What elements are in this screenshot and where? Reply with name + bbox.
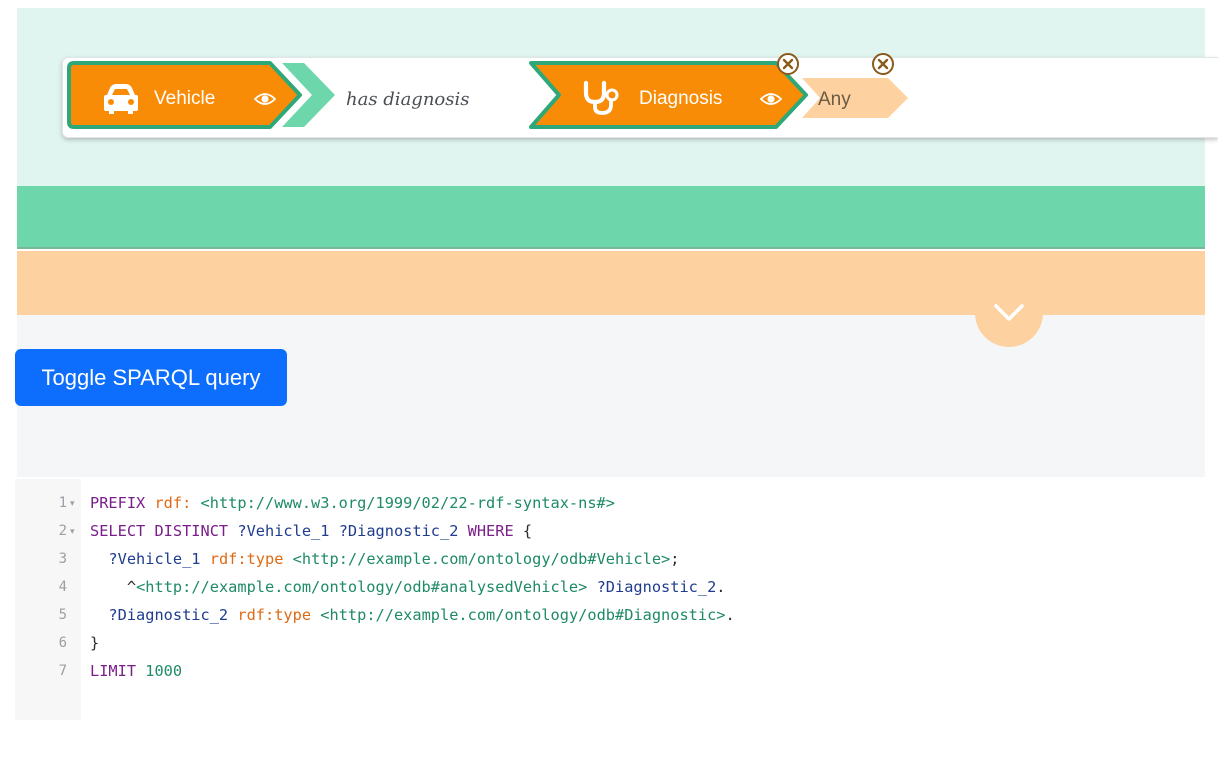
fold-toggle-icon[interactable]: ▾ — [70, 489, 75, 517]
code-token: { — [513, 522, 533, 540]
line-number: 7 — [58, 663, 67, 679]
code-line[interactable]: 7 LIMIT 1000 — [15, 657, 1218, 685]
line-number: 2 — [58, 523, 67, 539]
code-token: rdf:type — [237, 606, 312, 624]
code-line[interactable]: 2 ▾ SELECT DISTINCT ?Vehicle_1 ?Diagnostic… — [15, 517, 1218, 545]
code-token: ?Vehicle_1 — [108, 550, 201, 568]
fold-toggle-icon[interactable]: ▾ — [70, 517, 75, 545]
code-token: . — [716, 578, 726, 596]
code-token: WHERE — [467, 522, 514, 540]
code-token: SELECT DISTINCT — [90, 522, 238, 540]
code-text: ?Diagnostic_2 rdf:type <http://example.c… — [90, 601, 735, 629]
code-line[interactable]: 4 ^<http://example.com/ontology/odb#anal… — [15, 573, 1218, 601]
code-token: ^ — [90, 578, 137, 596]
chevron-down-icon[interactable] — [975, 279, 1043, 347]
code-text: SELECT DISTINCT ?Vehicle_1 ?Diagnostic_2… — [90, 517, 532, 545]
code-token: <http://example.com/ontology/odb#Diagnos… — [320, 606, 726, 624]
line-number: 1 — [58, 495, 67, 511]
code-token: rdf: — [154, 494, 192, 512]
line-number: 4 — [58, 579, 67, 595]
predicate-label[interactable]: has diagnosis — [346, 89, 469, 110]
code-token: . — [725, 606, 735, 624]
code-text: LIMIT 1000 — [90, 657, 182, 685]
stethoscope-icon — [583, 80, 619, 115]
code-token: 1000 — [145, 662, 183, 680]
code-token: ?Diagnostic_2 — [108, 606, 229, 624]
code-token: } — [90, 634, 100, 652]
code-line[interactable]: 6} — [15, 629, 1218, 657]
code-token: ?Vehicle_1 — [237, 522, 330, 540]
toggle-sparql-query-button[interactable]: Toggle SPARQL query — [15, 349, 287, 406]
code-line[interactable]: 1 ▾ PREFIX rdf: <http://www.w3.org/1999/02… — [15, 489, 1218, 517]
code-text: } — [90, 629, 99, 657]
code-token: <http://example.com/ontology/odb#analyse… — [136, 578, 588, 596]
code-token: ?Diagnostic_2 — [338, 522, 459, 540]
close-icon[interactable] — [871, 52, 895, 76]
code-line[interactable]: 3 ?Vehicle_1 rdf:type <http://example.co… — [15, 545, 1218, 573]
close-icon[interactable] — [776, 52, 800, 76]
line-number: 5 — [58, 607, 67, 623]
line-number: 6 — [58, 635, 67, 651]
object-class-label[interactable]: Diagnosis — [639, 88, 722, 110]
where-band — [17, 186, 1205, 249]
code-text: ?Vehicle_1 rdf:type <http://example.com/… — [90, 545, 679, 573]
code-token: <http://www.w3.org/1999/02/22-rdf-syntax… — [200, 494, 615, 512]
code-token: rdf:type — [209, 550, 284, 568]
line-number: 3 — [58, 551, 67, 567]
sparql-code-editor[interactable]: 1 ▾ PREFIX rdf: <http://www.w3.org/1999/02… — [15, 479, 1218, 720]
code-token: LIMIT — [90, 662, 146, 680]
eye-icon[interactable] — [760, 88, 782, 110]
code-token: PREFIX — [90, 494, 155, 512]
code-token: <http://example.com/ontology/odb#Vehicle… — [292, 550, 671, 568]
code-text: PREFIX rdf: <http://www.w3.org/1999/02/2… — [90, 489, 615, 517]
subject-class-label[interactable]: Vehicle — [154, 88, 215, 110]
car-icon — [104, 84, 138, 114]
code-line[interactable]: 5 ?Diagnostic_2 rdf:type <http://example… — [15, 601, 1218, 629]
eye-icon[interactable] — [254, 88, 276, 110]
code-token: ?Diagnostic_2 — [596, 578, 717, 596]
code-token: ; — [670, 550, 680, 568]
code-text: ^<http://example.com/ontology/odb#analys… — [90, 573, 726, 601]
any-object-label[interactable]: Any — [818, 89, 851, 111]
